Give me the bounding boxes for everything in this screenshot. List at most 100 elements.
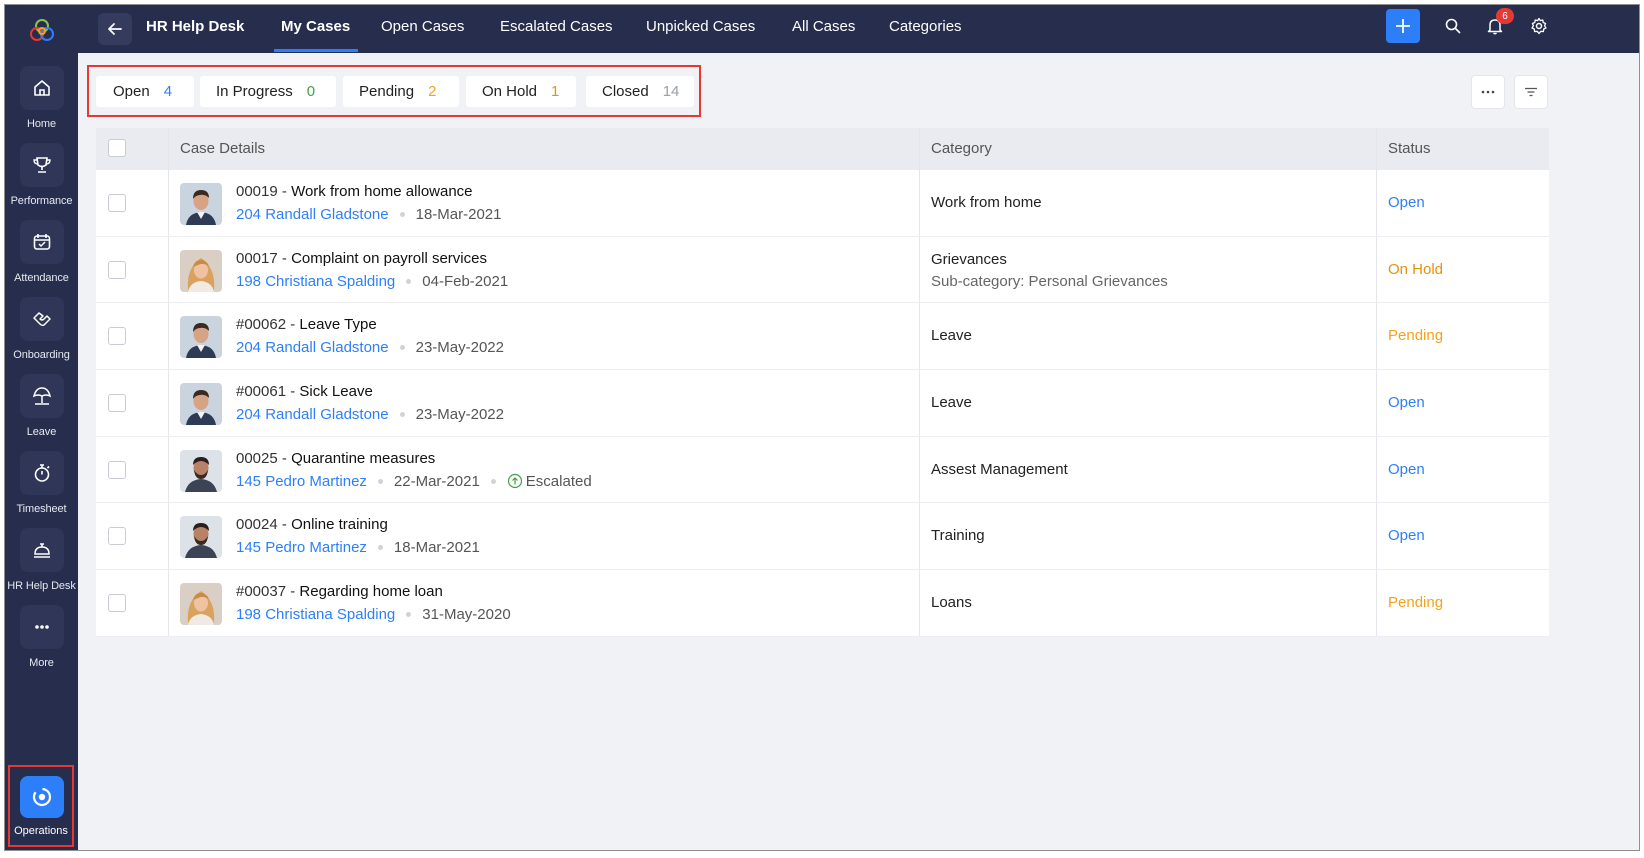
case-heading[interactable]: 00024 - Online training: [236, 516, 388, 533]
column-divider: [919, 370, 920, 436]
case-category: Leave: [931, 327, 972, 345]
case-title[interactable]: Online training: [291, 516, 388, 533]
row-checkbox[interactable]: [108, 260, 126, 279]
gear-icon[interactable]: [1528, 15, 1550, 37]
sidebar-item-timesheet[interactable]: Timesheet: [5, 445, 78, 523]
umbrella-icon: [19, 374, 64, 418]
table-row[interactable]: 00017 - Complaint on payroll services 198…: [96, 236, 1549, 304]
employee-link[interactable]: 204 Randall Gladstone: [236, 339, 389, 356]
search-icon[interactable]: [1442, 15, 1464, 37]
case-heading[interactable]: #00061 - Sick Leave: [236, 383, 373, 400]
select-all-checkbox[interactable]: [108, 139, 126, 157]
row-checkbox[interactable]: [108, 594, 126, 613]
case-title[interactable]: Quarantine measures: [291, 450, 435, 467]
case-heading[interactable]: 00019 - Work from home allowance: [236, 183, 473, 200]
avatar: [180, 449, 222, 492]
home-icon: [19, 66, 64, 110]
row-checkbox[interactable]: [108, 460, 126, 479]
case-date: 04-Feb-2021: [422, 272, 509, 290]
stopwatch-icon: [19, 451, 64, 495]
tab-categories[interactable]: Categories: [889, 18, 962, 35]
sidebar-item-hr-help-desk[interactable]: HR Help Desk: [5, 522, 78, 600]
tab-unpicked-cases[interactable]: Unpicked Cases: [646, 18, 755, 35]
more-options-button[interactable]: [1471, 75, 1505, 109]
sidebar-item-label: Home: [27, 118, 56, 130]
case-id: #00062: [236, 316, 287, 334]
row-checkbox[interactable]: [108, 394, 126, 413]
filter-closed[interactable]: Closed 14: [586, 76, 694, 107]
table-row[interactable]: #00062 - Leave Type 204 Randall Gladstone…: [96, 303, 1549, 371]
table-row[interactable]: #00061 - Sick Leave 204 Randall Gladstone…: [96, 370, 1549, 437]
employee-link[interactable]: 145 Pedro Martinez: [236, 539, 367, 556]
employee-link[interactable]: 145 Pedro Martinez: [236, 473, 367, 490]
column-header-status: Status: [1388, 140, 1431, 157]
separator-dot: [399, 412, 405, 418]
case-title[interactable]: Regarding home loan: [299, 583, 442, 600]
filter-pending[interactable]: Pending 2: [343, 76, 459, 107]
case-heading[interactable]: #00062 - Leave Type: [236, 316, 377, 333]
tab-escalated-cases[interactable]: Escalated Cases: [500, 18, 613, 35]
status-badge[interactable]: Open: [1388, 394, 1425, 411]
avatar: [180, 249, 222, 292]
case-title[interactable]: Leave Type: [299, 316, 376, 333]
sidebar-item-leave[interactable]: Leave: [5, 368, 78, 446]
status-badge[interactable]: Pending: [1388, 594, 1443, 611]
filter-in-progress[interactable]: In Progress 0: [200, 76, 336, 107]
app-logo-icon[interactable]: [5, 5, 78, 57]
escalated-label: Escalated: [525, 472, 592, 490]
back-button[interactable]: [98, 13, 132, 45]
sidebar-item-operations[interactable]: Operations: [8, 765, 74, 847]
status-badge[interactable]: Open: [1388, 527, 1425, 544]
row-checkbox[interactable]: [108, 327, 126, 346]
filter-open[interactable]: Open 4: [96, 76, 194, 107]
tab-open-cases[interactable]: Open Cases: [381, 18, 464, 35]
sidebar-item-more[interactable]: More: [5, 599, 78, 677]
case-title[interactable]: Sick Leave: [299, 383, 372, 400]
case-subcategory: Sub-category: Personal Grievances: [931, 272, 1168, 290]
case-id: 00025: [236, 449, 278, 467]
sidebar-item-attendance[interactable]: Attendance: [5, 214, 78, 292]
column-divider: [919, 236, 920, 303]
status-badge[interactable]: On Hold: [1388, 261, 1443, 278]
column-divider: [919, 570, 920, 636]
sidebar-item-home[interactable]: Home: [5, 60, 78, 138]
separator-dot: [399, 212, 405, 217]
tab-my-cases[interactable]: My Cases: [281, 18, 350, 35]
employee-link[interactable]: 204 Randall Gladstone: [236, 206, 389, 223]
app-window: Home Performance Attendance Onboarding L…: [4, 4, 1640, 851]
filter-count: 14: [662, 83, 680, 100]
table-row[interactable]: 00024 - Online training 145 Pedro Martine…: [96, 503, 1549, 571]
status-badge[interactable]: Open: [1388, 461, 1425, 478]
status-badge[interactable]: Open: [1388, 194, 1425, 211]
escalation-icon: [507, 474, 522, 489]
sidebar-item-performance[interactable]: Performance: [5, 137, 78, 215]
case-heading[interactable]: #00037 - Regarding home loan: [236, 583, 443, 600]
case-heading[interactable]: 00017 - Complaint on payroll services: [236, 250, 487, 267]
row-checkbox[interactable]: [108, 194, 126, 212]
tab-all-cases[interactable]: All Cases: [792, 18, 855, 35]
row-checkbox[interactable]: [108, 527, 126, 546]
case-meta: 145 Pedro Martinez 18-Mar-2021: [236, 539, 480, 556]
case-title[interactable]: Work from home allowance: [291, 183, 472, 200]
sidebar-item-onboarding[interactable]: Onboarding: [5, 291, 78, 369]
case-id: 00017: [236, 249, 278, 267]
case-heading[interactable]: 00025 - Quarantine measures: [236, 450, 435, 467]
separator-dot: [406, 612, 412, 618]
filter-label: Open: [113, 83, 150, 100]
table-row[interactable]: #00037 - Regarding home loan 198 Christia…: [96, 570, 1549, 637]
employee-link[interactable]: 198 Christiana Spalding: [236, 606, 395, 623]
add-case-button[interactable]: [1386, 9, 1420, 43]
table-row[interactable]: 00019 - Work from home allowance 204 Rand…: [96, 170, 1549, 237]
case-title[interactable]: Complaint on payroll services: [291, 250, 487, 267]
case-date: 18-Mar-2021: [393, 539, 480, 557]
table-row[interactable]: 00025 - Quarantine measures 145 Pedro Mar…: [96, 436, 1549, 504]
employee-link[interactable]: 204 Randall Gladstone: [236, 406, 389, 423]
column-divider: [1376, 370, 1377, 436]
column-divider: [919, 303, 920, 370]
employee-link[interactable]: 198 Christiana Spalding: [236, 273, 395, 290]
filter-button[interactable]: [1514, 75, 1548, 109]
column-divider: [1376, 303, 1377, 370]
sidebar-item-label: Attendance: [14, 272, 69, 284]
status-badge[interactable]: Pending: [1388, 327, 1443, 344]
filter-on-hold[interactable]: On Hold 1: [466, 76, 576, 107]
